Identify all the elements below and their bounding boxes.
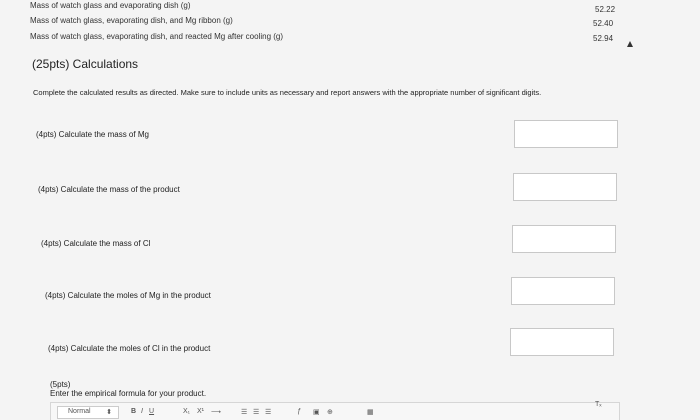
table-icon[interactable]: ▦: [367, 408, 374, 416]
superscript-button[interactable]: X¹: [197, 408, 204, 415]
answer-moles-mg-input[interactable]: [511, 277, 615, 305]
unordered-list-icon[interactable]: ☰: [253, 408, 259, 416]
subscript-button[interactable]: X₁: [183, 408, 190, 415]
bold-button[interactable]: B: [131, 408, 136, 415]
answer-moles-cl-input[interactable]: [510, 328, 614, 356]
format-select[interactable]: Normal ⬍: [57, 406, 119, 419]
data-label-3: Mass of watch glass, evaporating dish, a…: [30, 32, 284, 41]
answer-mass-mg-input[interactable]: [514, 120, 618, 148]
question-moles-cl-label: (4pts) Calculate the moles of Cl in the …: [48, 344, 211, 353]
align-icon[interactable]: ☰: [265, 408, 271, 416]
rich-text-toolbar: Normal ⬍ B I U X₁ X¹ ⟶ ☰ ☰ ☰ ƒ ▣ ⊕ ▦ Tₓ: [50, 401, 620, 420]
clear-format-icon[interactable]: Tₓ: [595, 401, 602, 408]
ordered-list-icon[interactable]: ☰: [241, 408, 247, 416]
instructions-text: Complete the calculated results as direc…: [33, 88, 542, 97]
formula-icon[interactable]: ƒ: [297, 408, 301, 415]
question-moles-mg-label: (4pts) Calculate the moles of Mg in the …: [45, 291, 211, 300]
mouse-cursor-icon: [627, 41, 633, 47]
answer-mass-product-input[interactable]: [513, 173, 617, 201]
data-label-1: Mass of watch glass and evaporating dish…: [30, 1, 191, 10]
underline-button[interactable]: U: [149, 408, 154, 415]
data-value-3: 52.94: [593, 34, 614, 43]
link-icon[interactable]: ⊕: [327, 408, 333, 416]
section-title: (25pts) Calculations: [32, 57, 139, 71]
final-question-prompt: Enter the empirical formula for your pro…: [50, 389, 207, 398]
italic-button[interactable]: I: [141, 408, 143, 415]
question-mass-mg-label: (4pts) Calculate the mass of Mg: [36, 130, 149, 139]
question-mass-cl-label: (4pts) Calculate the mass of Cl: [41, 239, 151, 248]
question-mass-product-label: (4pts) Calculate the mass of the product: [38, 185, 180, 194]
final-question-points: (5pts): [50, 380, 71, 389]
chevron-down-icon: ⬍: [106, 409, 112, 416]
data-value-2: 52.40: [593, 19, 614, 28]
answer-mass-cl-input[interactable]: [512, 225, 616, 253]
data-label-2: Mass of watch glass, evaporating dish, a…: [30, 16, 233, 25]
arrow-button[interactable]: ⟶: [211, 408, 221, 416]
image-icon[interactable]: ▣: [313, 408, 320, 416]
format-select-value: Normal: [68, 408, 91, 415]
data-value-1: 52.22: [595, 5, 616, 14]
